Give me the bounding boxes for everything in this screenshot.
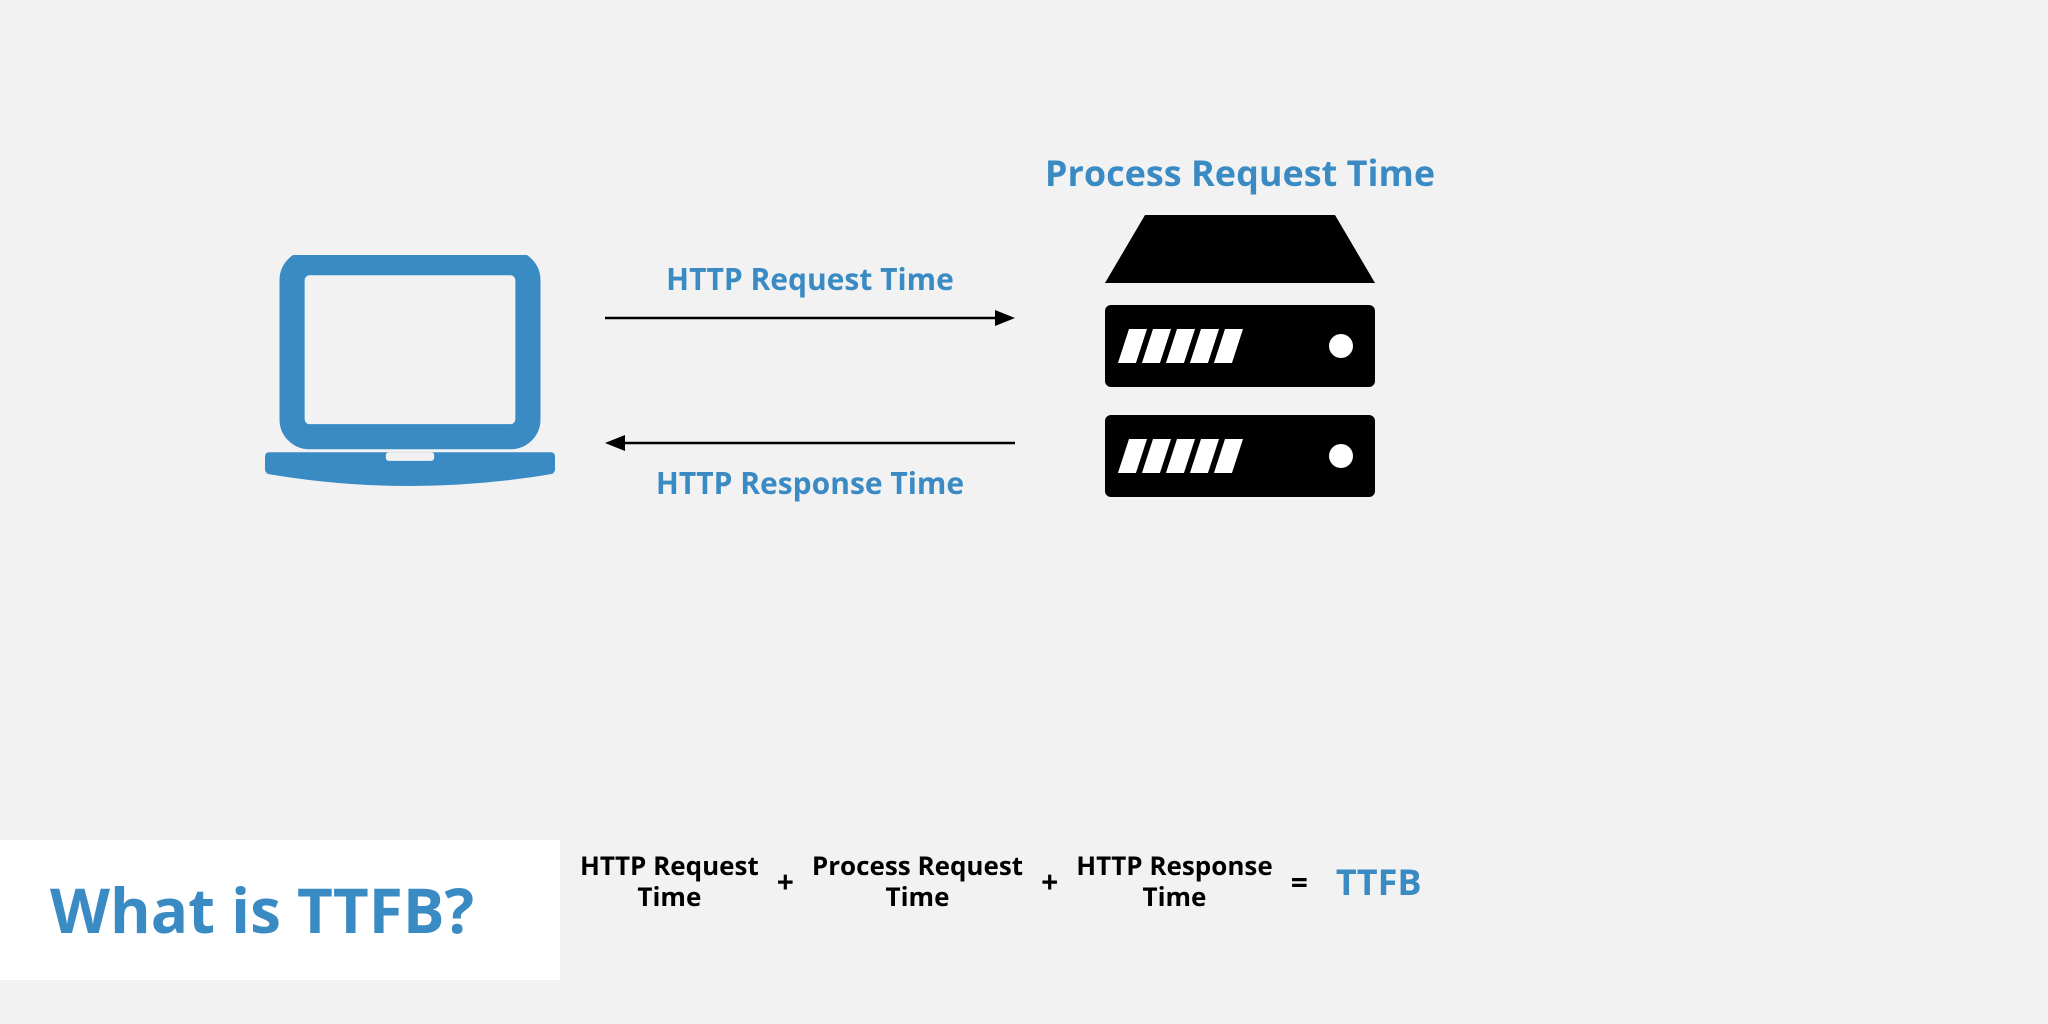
ttfb-equation: HTTP RequestTime + Process RequestTime +…: [580, 850, 1422, 912]
response-arrow-group: HTTP Response Time: [605, 432, 1015, 503]
plus-operator: +: [1041, 861, 1058, 902]
equation-result: TTFB: [1336, 857, 1422, 906]
arrow-left-icon: [605, 432, 1015, 454]
page-title: What is TTFB?: [50, 868, 510, 952]
equation-term-response: HTTP ResponseTime: [1076, 850, 1272, 912]
equals-operator: =: [1291, 861, 1308, 902]
plus-operator: +: [777, 861, 794, 902]
response-arrow-label: HTTP Response Time: [605, 462, 1015, 503]
server-icon: [1105, 215, 1375, 505]
server-label: Process Request Time: [1030, 150, 1450, 195]
equation-term-request: HTTP RequestTime: [580, 850, 759, 912]
laptop-icon: [265, 255, 555, 502]
request-arrow-group: HTTP Request Time: [605, 258, 1015, 329]
arrow-right-icon: [605, 307, 1015, 329]
equation-term-process: Process RequestTime: [812, 850, 1023, 912]
request-arrow-label: HTTP Request Time: [605, 258, 1015, 299]
title-box: What is TTFB?: [0, 840, 560, 980]
server-area: Process Request Time: [1030, 150, 1450, 505]
